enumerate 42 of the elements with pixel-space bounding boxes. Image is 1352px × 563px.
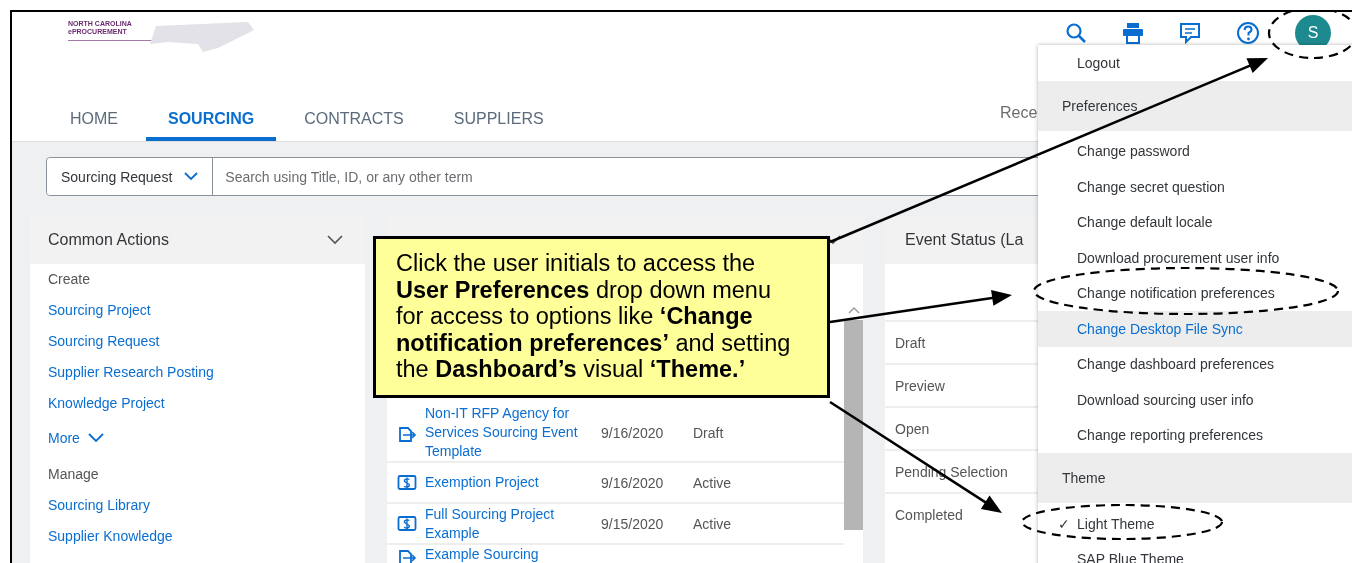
- action-link[interactable]: Sourcing Project: [48, 295, 347, 326]
- table-cell: Draft: [693, 424, 724, 441]
- status-label: Preview: [895, 377, 945, 394]
- action-link[interactable]: Supplier Knowledge: [48, 521, 347, 552]
- dollar-icon: [397, 473, 417, 492]
- action-link[interactable]: Sourcing Library: [48, 490, 347, 521]
- menu-section-title: Preferences: [1062, 97, 1138, 114]
- project-link[interactable]: Exemption Project: [425, 473, 601, 492]
- dollar-icon: [397, 514, 417, 533]
- project-link[interactable]: Example Sourcing: [425, 546, 601, 563]
- status-label: Open: [895, 420, 930, 437]
- panel-title: Common Actions: [48, 231, 169, 249]
- project-link[interactable]: Full Sourcing Project Example: [425, 504, 601, 543]
- menu-section-title: Theme: [1062, 470, 1106, 486]
- table-cell: Active: [693, 474, 732, 491]
- status-label: Completed: [895, 506, 963, 523]
- chevron-up-icon[interactable]: [847, 306, 860, 314]
- action-link[interactable]: Knowledge Project: [48, 388, 347, 419]
- table-cell-text: 9/16/2020: [601, 474, 665, 491]
- table-cell-text: 9/15/2020: [601, 515, 665, 532]
- menu-item[interactable]: Change Desktop File Sync: [1038, 311, 1352, 347]
- section-label: Manage: [48, 465, 100, 484]
- menu-item[interactable]: Logout: [1038, 45, 1352, 81]
- callout-note: Click the user initials to access the User Preferences drop down menu for access to options like ‘Change notification preferences’ and setting the Dashboard’s visual ‘Theme.’: [373, 236, 830, 398]
- nav-tab[interactable]: HOME: [48, 96, 140, 141]
- status-label: Draft: [895, 334, 926, 351]
- project-link[interactable]: Non-IT RFP Agency for Services Sourcing Event Template: [425, 404, 601, 461]
- more-link[interactable]: More: [48, 421, 347, 455]
- section-label: Create: [48, 270, 92, 289]
- nav-text: Rece: [1000, 104, 1038, 122]
- action-link[interactable]: Sourcing Request: [48, 326, 347, 357]
- chat-icon[interactable]: [1179, 22, 1201, 44]
- table-cell-text: 9/16/2020: [601, 424, 665, 441]
- check-mark: ✓: [1058, 515, 1070, 532]
- panel-title: Event Status (La: [904, 231, 1024, 249]
- help-icon[interactable]: [1236, 21, 1260, 45]
- nav-tab[interactable]: CONTRACTS: [282, 96, 426, 141]
- nav-tab[interactable]: SUPPLIERS: [431, 96, 566, 141]
- search-icon[interactable]: [1065, 22, 1087, 44]
- table-cell: Active: [693, 515, 732, 532]
- printer-icon[interactable]: [1122, 22, 1144, 44]
- action-link[interactable]: Supplier Research Posting: [48, 357, 347, 388]
